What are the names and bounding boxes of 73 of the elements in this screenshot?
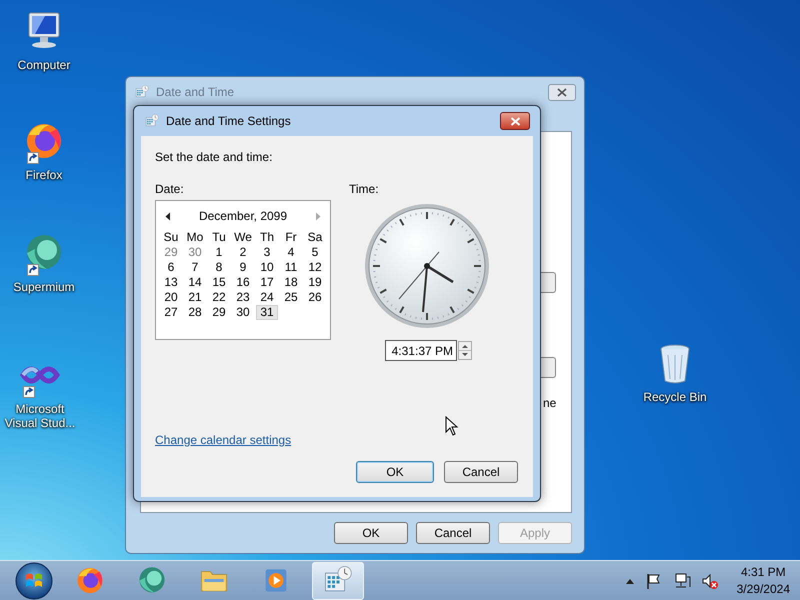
calendar-day[interactable]: 28 <box>183 305 207 320</box>
weekday-label: We <box>233 230 253 245</box>
calendar-day[interactable]: 30 <box>183 245 207 260</box>
calendar-day[interactable]: 3 <box>255 245 279 260</box>
calendar-day[interactable]: 19 <box>303 275 327 290</box>
calendar-day[interactable]: 7 <box>183 260 207 275</box>
field-label: Time: <box>349 182 379 198</box>
taskbar-button[interactable] <box>312 562 364 600</box>
calendar-day[interactable]: 21 <box>183 290 207 305</box>
show-hidden-icons-icon[interactable] <box>624 576 635 584</box>
start-button[interactable] <box>14 560 54 600</box>
calendar-day[interactable]: 15 <box>207 275 231 290</box>
calendar-day[interactable]: 27 <box>159 305 183 320</box>
calendar-day[interactable]: 11 <box>279 260 303 275</box>
weekday-label: Mo <box>186 230 204 245</box>
clock-date[interactable]: 3/29/2024 <box>736 580 790 598</box>
month-title[interactable]: December, 2099 <box>198 209 288 223</box>
calendar-day[interactable]: 29 <box>159 245 183 260</box>
clock-time[interactable]: 4:31 PM <box>740 564 786 580</box>
calendar-day[interactable]: 9 <box>231 260 255 275</box>
calendar-clock-icon <box>134 84 150 100</box>
calendar-day[interactable]: 31 <box>256 305 278 320</box>
icon-label[interactable]: Recycle Bin <box>643 390 707 404</box>
dialog-button[interactable]: Cancel <box>444 461 518 483</box>
field-label: Date: <box>155 182 185 198</box>
calendar-day[interactable]: 20 <box>159 290 183 305</box>
calendar-day[interactable]: 22 <box>207 290 231 305</box>
calendar-settings-link[interactable]: Change calendar settings <box>155 433 292 447</box>
calendar-day[interactable]: 16 <box>231 275 255 290</box>
calendar-day[interactable]: 17 <box>255 275 279 290</box>
close-icon <box>557 88 567 96</box>
weekday-label: Fr <box>284 230 298 245</box>
calendar-day[interactable]: 8 <box>207 260 231 275</box>
instruction-text: Set the date and time: <box>155 150 274 166</box>
close-button[interactable] <box>548 84 576 100</box>
calendar-day[interactable]: 25 <box>279 290 303 305</box>
spinner-arrows-icon[interactable] <box>458 341 472 360</box>
dialog-button[interactable]: OK <box>334 522 408 544</box>
close-icon <box>510 116 520 126</box>
dialog-title: Date and Time Settings <box>166 114 292 128</box>
calendar-day[interactable]: 14 <box>183 275 207 290</box>
icon-label[interactable]: Firefox <box>26 168 62 182</box>
network-icon[interactable] <box>672 572 691 590</box>
time-field[interactable]: 4:31:37 PM <box>385 340 457 361</box>
calendar-day[interactable]: 12 <box>303 260 327 275</box>
calendar-day[interactable]: 24 <box>255 290 279 305</box>
calendar-day[interactable]: 30 <box>231 305 255 320</box>
calendar-day[interactable]: 4 <box>279 245 303 260</box>
window-title: Date and Time <box>156 85 236 99</box>
partial-label: ne <box>543 396 556 410</box>
calendar[interactable]: December, 2099 Su Mo Tu We Th Fr Sa 29 30 1 2 3 4 5 6 7 8 9 10 11 12 13 14 15 16 17 18 19 20 21 22 23 24 25 26 27 28 29 30 31 <box>155 200 331 340</box>
close-button[interactable] <box>500 112 530 130</box>
calendar-day[interactable]: 1 <box>207 245 231 260</box>
dialog-button[interactable]: Cancel <box>416 522 490 544</box>
icon-label[interactable]: Computer <box>18 58 70 72</box>
calendar-day[interactable]: 2 <box>231 245 255 260</box>
calendar-day[interactable]: 18 <box>279 275 303 290</box>
mouse-pointer-icon <box>445 416 459 436</box>
weekday-label: Su <box>162 230 180 245</box>
dialog-button[interactable]: OK <box>356 461 434 483</box>
calendar-day[interactable]: 29 <box>207 305 231 320</box>
calendar-day[interactable]: 26 <box>303 290 327 305</box>
weekday-label: Th <box>258 230 275 245</box>
calendar-day[interactable]: 13 <box>159 275 183 290</box>
calendar-day[interactable]: 5 <box>303 245 327 260</box>
weekday-label: Sa <box>306 230 324 245</box>
calendar-day[interactable]: 6 <box>159 260 183 275</box>
calendar-clock-icon <box>144 113 160 129</box>
weekday-label: Tu <box>211 230 227 245</box>
calendar-day[interactable]: 23 <box>231 290 255 305</box>
speaker-muted-icon[interactable] <box>700 572 719 590</box>
calendar-day[interactable]: 10 <box>255 260 279 275</box>
previous-month-icon[interactable] <box>165 212 171 220</box>
